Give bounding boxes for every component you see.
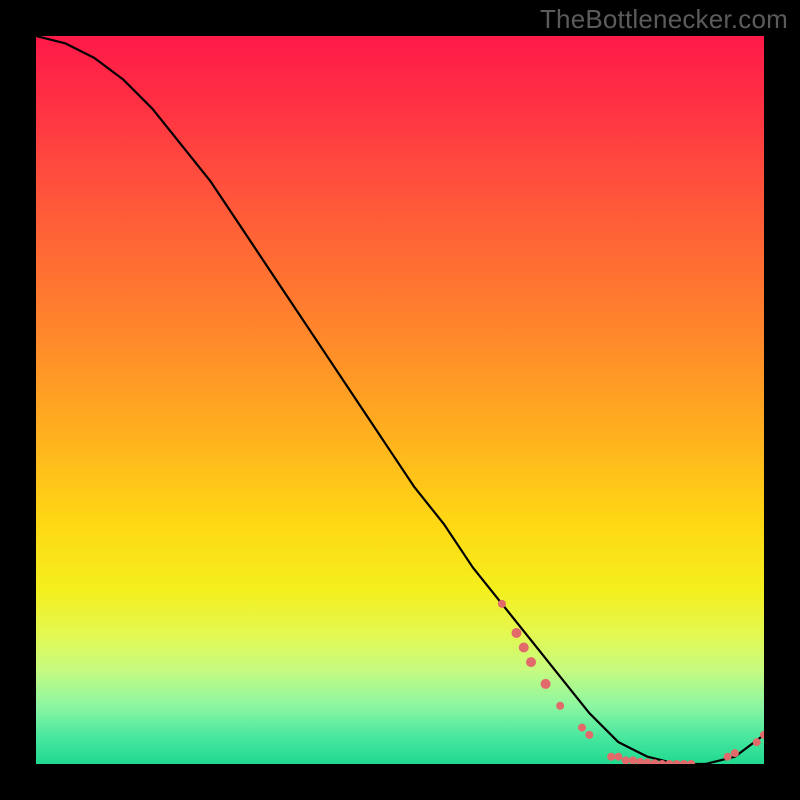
marker-gap-dot-2: [585, 731, 593, 739]
marker-cluster-left-6: [556, 702, 564, 710]
marker-right-rise-1: [724, 753, 732, 761]
marker-right-rise-2: [731, 749, 739, 757]
marker-gap-dot-1: [578, 724, 586, 732]
marker-bottom-row-10: [673, 760, 681, 764]
chart-frame: TheBottlenecker.com: [0, 0, 800, 800]
marker-bottom-row-1: [607, 753, 615, 761]
marker-right-end-1: [753, 738, 761, 746]
bottleneck-curve-line: [36, 36, 764, 764]
marker-bottom-row-5: [636, 758, 644, 764]
marker-bottom-row-6: [644, 759, 652, 764]
marker-cluster-left-5: [541, 679, 551, 689]
marker-cluster-left-4: [526, 657, 536, 667]
marker-bottom-row-12: [687, 760, 695, 764]
marker-cluster-left-3: [519, 643, 529, 653]
curve-overlay: [36, 36, 764, 764]
marker-bottom-row-2: [614, 753, 622, 761]
marker-group: [498, 600, 764, 764]
watermark-text: TheBottlenecker.com: [540, 4, 788, 35]
marker-cluster-left-2: [511, 628, 521, 638]
marker-bottom-row-4: [629, 756, 637, 764]
marker-bottom-row-3: [622, 756, 630, 764]
marker-cluster-left-start: [498, 600, 506, 608]
marker-bottom-row-11: [680, 760, 688, 764]
